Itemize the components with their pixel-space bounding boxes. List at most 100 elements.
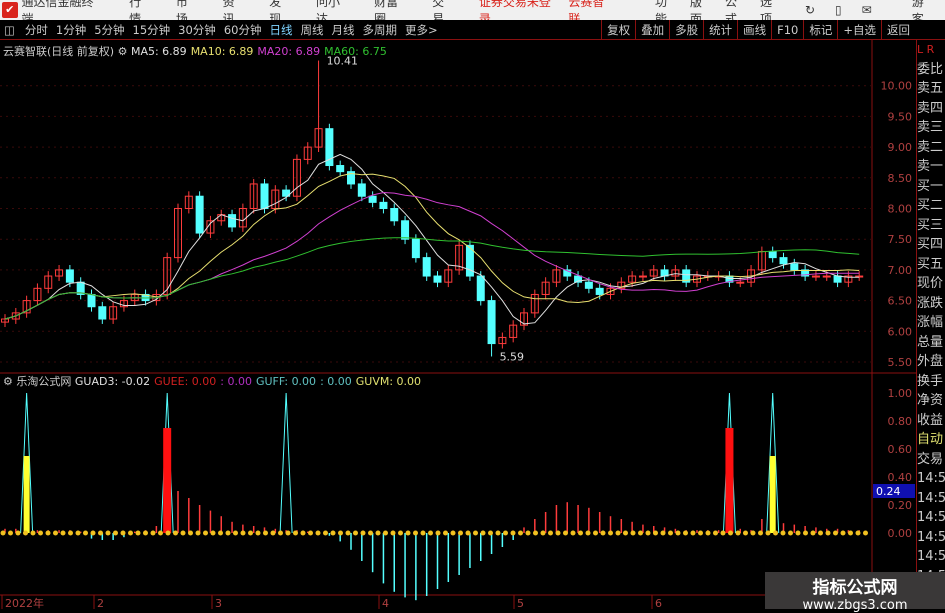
period-tab-6[interactable]: 日线 — [265, 22, 296, 38]
zero-dot — [495, 530, 501, 536]
side-item[interactable]: 买三 — [917, 216, 945, 236]
tool-button-7[interactable]: +自选 — [837, 20, 881, 40]
period-tab-1[interactable]: 1分钟 — [52, 22, 90, 38]
tool-button-6[interactable]: 标记 — [803, 20, 837, 40]
zero-dot — [263, 530, 268, 536]
zero-dot — [638, 530, 643, 536]
zero-dot — [98, 530, 103, 536]
price-tick: 7.50 — [888, 233, 913, 246]
mail-icon[interactable]: ✉ — [862, 3, 872, 17]
date-label: 6 — [655, 597, 662, 609]
side-item[interactable]: 换手 — [917, 372, 945, 392]
candle — [833, 275, 842, 283]
candle — [411, 238, 420, 259]
period-tab-0[interactable]: 分时 — [21, 22, 52, 38]
side-item[interactable]: 14:56 — [917, 508, 945, 528]
zero-dot — [375, 530, 381, 536]
candle — [476, 275, 485, 302]
zero-dot — [233, 530, 238, 536]
tool-button-0[interactable]: 复权 — [601, 20, 635, 40]
side-item[interactable]: 14:56 — [917, 469, 945, 489]
period-tab-10[interactable]: 更多> — [401, 22, 442, 38]
zero-dot — [803, 530, 808, 536]
price-tick: 9.50 — [888, 110, 913, 123]
zero-dot — [563, 530, 568, 536]
side-item[interactable]: 卖二 — [917, 138, 945, 158]
zero-dot — [428, 530, 433, 536]
date-label: 2022年 — [5, 596, 44, 609]
zero-dot — [128, 530, 133, 536]
period-tab-7[interactable]: 周线 — [296, 22, 327, 38]
tool-button-4[interactable]: 画线 — [737, 20, 771, 40]
zero-dot — [833, 530, 838, 536]
side-item[interactable]: 外盘 — [917, 352, 945, 372]
side-item[interactable]: 自动 — [917, 430, 945, 450]
zero-dot — [225, 530, 231, 536]
side-item[interactable]: 卖五 — [917, 79, 945, 99]
tool-button-2[interactable]: 多股 — [669, 20, 703, 40]
zero-dot — [450, 530, 456, 536]
side-item[interactable]: 涨跌 — [917, 294, 945, 314]
side-item[interactable]: 买四 — [917, 235, 945, 255]
period-tab-2[interactable]: 5分钟 — [90, 22, 128, 38]
side-item[interactable]: 卖四 — [917, 99, 945, 119]
side-item[interactable]: 14:56 — [917, 547, 945, 567]
tool-button-8[interactable]: 返回 — [881, 20, 915, 40]
side-item[interactable]: 14:56 — [917, 528, 945, 548]
period-tab-4[interactable]: 30分钟 — [174, 22, 220, 38]
price-tick: 6.50 — [888, 295, 913, 308]
side-item[interactable]: 净资 — [917, 391, 945, 411]
side-item[interactable]: 现价 — [917, 274, 945, 294]
zero-dot — [818, 530, 823, 536]
side-item[interactable]: 买二 — [917, 196, 945, 216]
red-signal-bar — [725, 428, 734, 533]
indicator-tick: 0.20 — [888, 499, 913, 512]
indicator-tick: 0.00 — [888, 527, 913, 540]
zero-dot — [383, 530, 388, 536]
zero-dot — [405, 530, 411, 536]
zero-dot — [855, 530, 861, 536]
zero-dot — [390, 530, 396, 536]
side-item[interactable]: 买五 — [917, 255, 945, 275]
side-item[interactable]: 交易 — [917, 450, 945, 470]
zero-dot — [308, 530, 313, 536]
period-tab-5[interactable]: 60分钟 — [220, 22, 266, 38]
side-item[interactable]: 买一 — [917, 177, 945, 197]
zero-dot — [548, 530, 553, 536]
side-item[interactable]: 委比 — [917, 60, 945, 80]
candle — [584, 281, 593, 289]
zero-dot — [773, 530, 778, 536]
candle — [595, 287, 604, 295]
settings-icon[interactable]: ⚙ — [118, 45, 128, 58]
side-item[interactable]: 总量 — [917, 333, 945, 353]
phone-icon[interactable]: ▯ — [835, 3, 842, 17]
tool-button-1[interactable]: 叠加 — [635, 20, 669, 40]
cursor-value: 0.24 — [876, 485, 901, 498]
period-tab-3[interactable]: 15分钟 — [129, 22, 175, 38]
zero-dot — [848, 530, 853, 536]
side-item[interactable]: 卖一 — [917, 157, 945, 177]
side-item[interactable]: 收益 — [917, 411, 945, 431]
period-tab-8[interactable]: 月线 — [327, 22, 358, 38]
tool-button-3[interactable]: 统计 — [703, 20, 737, 40]
zero-dot — [720, 530, 726, 536]
zero-dot — [210, 530, 216, 536]
candle — [736, 281, 745, 284]
zero-dot — [53, 530, 58, 536]
side-item[interactable]: 14:56 — [917, 489, 945, 509]
candle — [822, 275, 831, 278]
panel-toggle-icon[interactable]: ◫ — [4, 23, 15, 37]
indicator-label-0: GUAD3: -0.02 — [74, 375, 151, 388]
settings-icon[interactable]: ⚙ — [3, 375, 13, 388]
zero-dot — [255, 530, 261, 536]
kline-chart[interactable]: 10.00 9.50 9.00 8.50 8.00 7.50 7.00 6.50 6.00 5.5… — [0, 40, 916, 609]
side-item[interactable]: 卖三 — [917, 118, 945, 138]
zero-dot — [653, 530, 658, 536]
zero-dot — [60, 530, 66, 536]
side-header: L R — [917, 43, 935, 56]
refresh-icon[interactable]: ↻ — [805, 3, 815, 17]
tool-button-5[interactable]: F10 — [771, 20, 803, 40]
zero-dot — [293, 530, 298, 536]
period-tab-9[interactable]: 多周期 — [358, 22, 401, 38]
side-item[interactable]: 涨幅 — [917, 313, 945, 333]
